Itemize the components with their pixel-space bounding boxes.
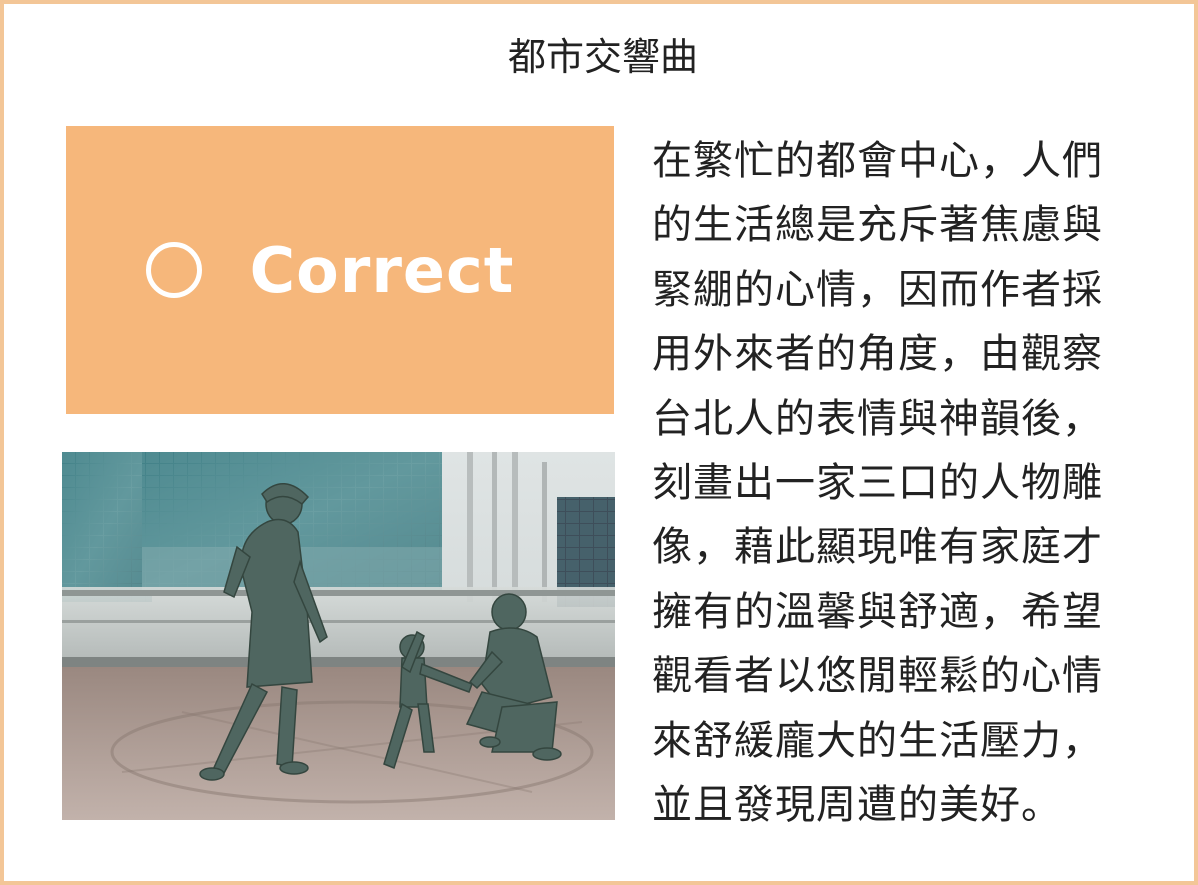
answer-result-box: Correct <box>66 126 614 414</box>
body-line: 擁有的溫馨與舒適，希望 <box>652 588 1103 635</box>
body-line: 刻畫出一家三口的人物雕 <box>652 460 1103 507</box>
body-line: 像，藉此顯現唯有家庭才 <box>652 524 1103 571</box>
body-line: 觀看者以悠閒輕鬆的心情 <box>652 653 1103 700</box>
body-line: 用外來者的角度，由觀察 <box>652 331 1103 378</box>
body-line: 的生活總是充斥著焦慮與 <box>652 202 1103 249</box>
body-text: 在繁忙的都會中心，人們 的生活總是充斥著焦慮與 緊綳的心情，因而作者採 用外來者… <box>652 129 1152 837</box>
sculpture-photo <box>62 452 615 820</box>
body-line: 來舒緩龐大的生活壓力， <box>652 717 1103 764</box>
answer-result-label: Correct <box>249 233 515 307</box>
body-line: 在繁忙的都會中心，人們 <box>652 138 1103 184</box>
body-line: 並且發現周遭的美好。 <box>652 782 1062 829</box>
page-title: 都市交響曲 <box>507 35 698 79</box>
card-frame: 都市交響曲 Correct 在繁忙的都會中心，人們 的生活總是充斥著焦慮與 緊綳… <box>0 0 1198 885</box>
body-line: 緊綳的心情，因而作者採 <box>652 266 1103 313</box>
circle-icon <box>145 242 202 298</box>
answer-result-content: Correct <box>145 233 515 307</box>
body-line: 台北人的表情與神韻後， <box>652 395 1103 442</box>
